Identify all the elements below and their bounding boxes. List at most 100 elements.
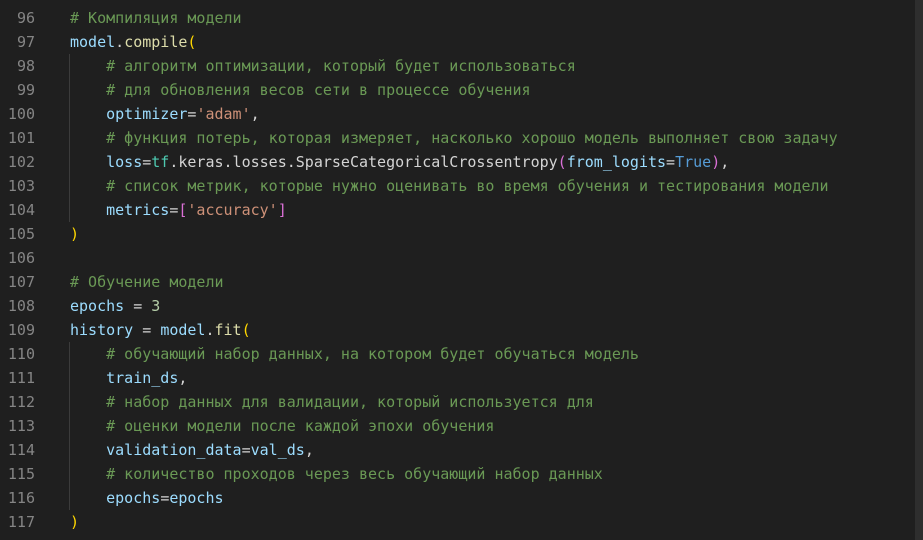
code-token-keyword: True	[675, 153, 712, 171]
code-token-variable: metrics	[106, 201, 170, 219]
line-number: 115	[7, 465, 35, 483]
code-token-punctuation: .	[205, 321, 215, 339]
line-number: 99	[16, 81, 35, 99]
code-line[interactable]: 115 # количество проходов через весь обу…	[0, 462, 923, 486]
code-text: )	[70, 222, 79, 246]
code-token-string: 'adam'	[196, 105, 251, 123]
line-number: 116	[7, 489, 35, 507]
code-token-variable: validation_data	[106, 441, 242, 459]
code-text: # количество проходов через весь обучающ…	[70, 462, 603, 486]
code-text: optimizer='adam',	[70, 102, 260, 126]
code-token-variable: val_ds	[250, 441, 305, 459]
code-token-variable: model	[70, 33, 116, 51]
code-line[interactable]: 116 epochs=epochs	[0, 486, 923, 510]
code-token-string: 'accuracy'	[187, 201, 278, 219]
line-number: 104	[7, 201, 35, 219]
code-line[interactable]: 110 # обучающий набор данных, на котором…	[0, 342, 923, 366]
code-token-punctuation: ,	[250, 105, 260, 123]
code-line[interactable]: 104 metrics=['accuracy']	[0, 198, 923, 222]
code-token-comment: # Компиляция модели	[70, 9, 242, 27]
code-token-comment: # алгоритм оптимизации, который будет ис…	[106, 57, 576, 75]
code-token-function: fit	[214, 321, 242, 339]
code-token-bracket_level1: (	[241, 321, 251, 339]
line-number: 100	[7, 105, 35, 123]
code-text: # Компиляция модели	[70, 6, 242, 30]
code-lines-container: 96 # Компиляция модели 97 model.compile(98 …	[0, 6, 923, 540]
code-token-bracket_level2: (	[557, 153, 567, 171]
code-token-variable: loss	[106, 153, 143, 171]
code-line[interactable]: 108 epochs = 3	[0, 294, 923, 318]
code-token-variable: from_logits	[566, 153, 667, 171]
code-token-comment: # набор данных для валидации, который ис…	[106, 393, 594, 411]
code-token-bracket_level1: (	[187, 33, 197, 51]
line-number: 114	[7, 441, 35, 459]
code-line[interactable]: 105)	[0, 222, 923, 246]
code-token-punctuation: =	[241, 441, 251, 459]
code-text: epochs=epochs	[70, 486, 224, 510]
code-token-variable: history	[70, 321, 134, 339]
code-line[interactable]: 114 validation_data=val_ds,	[0, 438, 923, 462]
line-number: 112	[7, 393, 35, 411]
code-token-punctuation: ,	[720, 153, 730, 171]
code-token-variable: epochs	[169, 489, 224, 507]
code-token-punctuation: .keras.losses.SparseCategoricalCrossentr…	[169, 153, 558, 171]
code-text: # Обучение модели	[70, 270, 224, 294]
code-token-punctuation: =	[124, 297, 152, 315]
line-number: 106	[7, 249, 35, 267]
code-line[interactable]: 98 # алгоритм оптимизации, который будет…	[0, 54, 923, 78]
code-line[interactable]: 96 # Компиляция модели	[0, 6, 923, 30]
code-line[interactable]: 111 train_ds,	[0, 366, 923, 390]
code-text: epochs = 3	[70, 294, 160, 318]
code-line[interactable]: 102 loss=tf.keras.losses.SparseCategoric…	[0, 150, 923, 174]
code-token-function: compile	[124, 33, 188, 51]
code-token-comment: # обучающий набор данных, на котором буд…	[106, 345, 639, 363]
code-line[interactable]: 99 # для обновления весов сети в процесс…	[0, 78, 923, 102]
code-token-bracket_level1: )	[70, 513, 80, 531]
code-text: # алгоритм оптимизации, который будет ис…	[70, 54, 576, 78]
code-line[interactable]: 103 # список метрик, которые нужно оцени…	[0, 174, 923, 198]
line-number: 101	[7, 129, 35, 147]
code-token-punctuation: =	[160, 489, 170, 507]
code-token-variable: optimizer	[106, 105, 188, 123]
code-line[interactable]: 101 # функция потерь, которая измеряет, …	[0, 126, 923, 150]
code-line[interactable]: 113 # оценки модели после каждой эпохи о…	[0, 414, 923, 438]
code-token-punctuation: .	[115, 33, 125, 51]
line-number: 117	[7, 513, 35, 531]
line-number: 108	[7, 297, 35, 315]
code-line[interactable]: 107 # Обучение модели	[0, 270, 923, 294]
code-text: # набор данных для валидации, который ис…	[70, 390, 594, 414]
code-text: train_ds,	[70, 366, 187, 390]
code-token-punctuation: =	[666, 153, 676, 171]
code-text: # функция потерь, которая измеряет, наск…	[70, 126, 838, 150]
code-token-bracket_level2: ]	[277, 201, 287, 219]
line-number: 118	[0, 534, 35, 540]
line-number: 111	[7, 369, 35, 387]
code-line[interactable]: 117)	[0, 510, 923, 534]
code-text: validation_data=val_ds,	[70, 438, 314, 462]
vertical-scrollbar[interactable]	[915, 0, 923, 540]
line-number: 103	[7, 177, 35, 195]
code-token-punctuation: =	[133, 321, 161, 339]
code-editor[interactable]: 96 # Компиляция модели 97 model.compile(98 …	[0, 0, 923, 540]
code-token-comment: # список метрик, которые нужно оценивать…	[106, 177, 829, 195]
line-number: 105	[7, 225, 35, 243]
code-line[interactable]: 112 # набор данных для валидации, которы…	[0, 390, 923, 414]
line-number: 110	[7, 345, 35, 363]
code-token-class_name: tf	[151, 153, 170, 171]
code-line[interactable]: 100 optimizer='adam',	[0, 102, 923, 126]
code-line[interactable]: 118	[0, 534, 923, 540]
code-token-number: 3	[151, 297, 161, 315]
code-text: history = model.fit(	[70, 318, 251, 342]
code-token-comment: # оценки модели после каждой эпохи обуче…	[106, 417, 495, 435]
code-text: # оценки модели после каждой эпохи обуче…	[70, 414, 494, 438]
code-text: # список метрик, которые нужно оценивать…	[70, 174, 829, 198]
code-line[interactable]: 97 model.compile(	[0, 30, 923, 54]
code-text: model.compile(	[70, 30, 196, 54]
code-line[interactable]: 106	[0, 246, 923, 270]
code-token-bracket_level2: )	[711, 153, 721, 171]
code-token-comment: # для обновления весов сети в процессе о…	[106, 81, 531, 99]
code-token-comment: # Обучение модели	[70, 273, 224, 291]
code-line[interactable]: 109 history = model.fit(	[0, 318, 923, 342]
code-text: metrics=['accuracy']	[70, 198, 287, 222]
code-token-variable: model	[160, 321, 206, 339]
